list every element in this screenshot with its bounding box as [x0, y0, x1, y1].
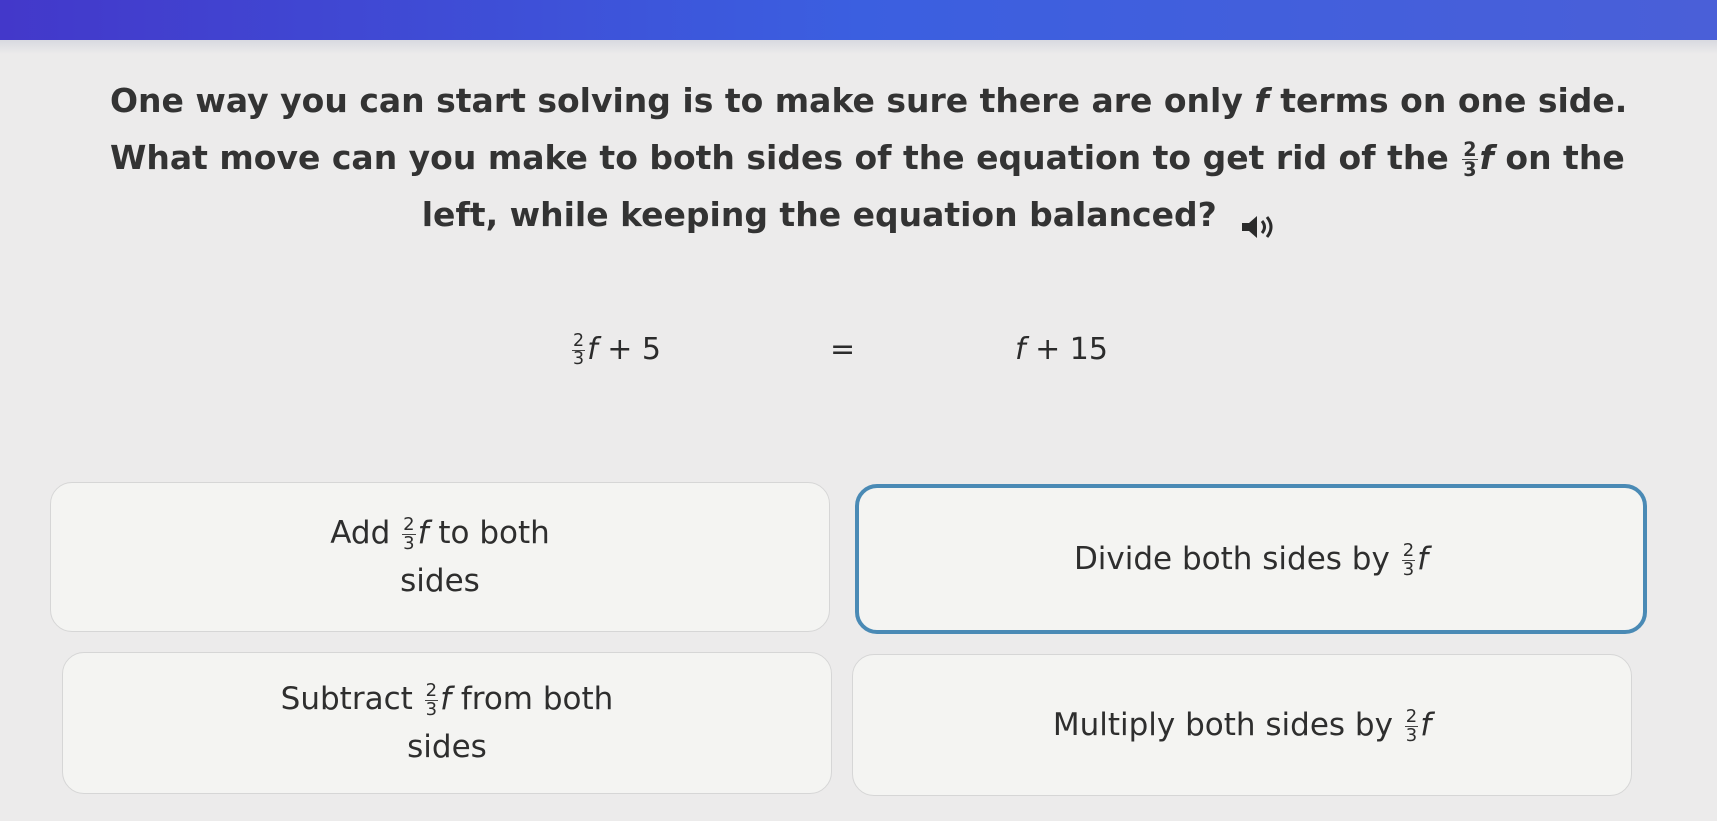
question-prompt: One way you can start solving is to make…	[110, 72, 1628, 243]
choice-divide-button[interactable]: Divide both sides by 23f	[855, 484, 1647, 634]
fraction-two-thirds: 23	[1462, 137, 1478, 181]
fraction-two-thirds: 23	[402, 514, 416, 554]
equals-sign: =	[830, 332, 856, 367]
fraction-two-thirds: 23	[1404, 706, 1419, 746]
fraction-two-thirds: 23	[572, 330, 586, 369]
prompt-line-2: What move can you make to both sides of …	[110, 137, 1625, 181]
equation: 23f + 5 = f + 15	[0, 332, 1717, 382]
equation-left-side: 23f + 5	[572, 330, 661, 369]
speaker-icon[interactable]	[1238, 202, 1278, 238]
choice-subtract-button[interactable]: Subtract 23f from both sides	[62, 652, 832, 794]
equation-right-side: f + 15	[1015, 332, 1108, 367]
prompt-line-3: left, while keeping the equation balance…	[110, 186, 1590, 243]
choice-add-button[interactable]: Add 23f to both sides	[50, 482, 830, 632]
top-bar-shadow	[0, 40, 1717, 54]
fraction-two-thirds: 23	[1401, 540, 1416, 580]
fraction-two-thirds: 23	[424, 680, 439, 720]
choice-multiply-button[interactable]: Multiply both sides by 23f	[852, 654, 1632, 796]
prompt-line-1: One way you can start solving is to make…	[110, 81, 1628, 120]
top-bar	[0, 0, 1717, 40]
